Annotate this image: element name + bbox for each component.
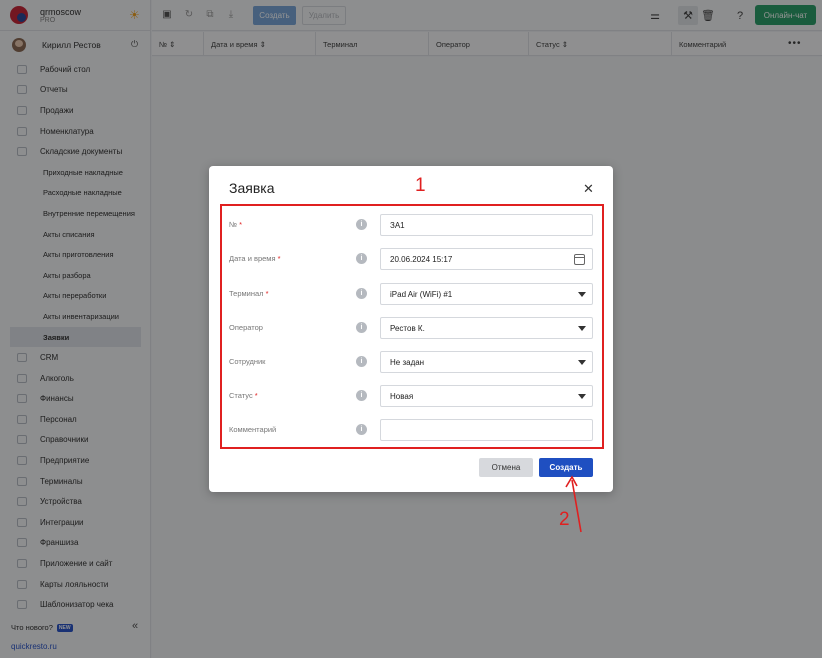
modal-title: Заявка (229, 180, 275, 196)
form-label: Сотрудник (229, 357, 266, 366)
form-row: Терминал * i iPad Air (WiFi) #1 (229, 283, 594, 305)
field-value: ЗА1 (390, 220, 405, 230)
form-row: Комментарий i (229, 419, 594, 441)
info-icon[interactable]: i (356, 390, 367, 401)
required-marker: * (237, 220, 243, 229)
field-value: 20.06.2024 15:17 (390, 254, 453, 264)
form-row: № * i ЗА1 (229, 214, 594, 236)
form-row: Дата и время * i 20.06.2024 15:17 (229, 248, 594, 270)
calendar-icon[interactable] (574, 254, 585, 265)
form-row: Оператор i Рестов К. (229, 317, 594, 339)
field-value: Рестов К. (390, 323, 425, 333)
required-marker: * (263, 289, 269, 298)
form-label: Терминал * (229, 289, 269, 298)
form-label: № * (229, 220, 243, 229)
chevron-down-icon (578, 292, 586, 297)
select-field[interactable]: Новая (380, 385, 593, 407)
select-field[interactable]: Не задан (380, 351, 593, 373)
text-field[interactable]: ЗА1 (380, 214, 593, 236)
cancel-button[interactable]: Отмена (479, 458, 533, 477)
text-field[interactable] (380, 419, 593, 441)
info-icon[interactable]: i (356, 322, 367, 333)
info-icon[interactable]: i (356, 424, 367, 435)
field-value: Новая (390, 391, 414, 401)
chevron-down-icon (578, 394, 586, 399)
form-label: Оператор (229, 323, 263, 332)
info-icon[interactable]: i (356, 288, 367, 299)
annotation-number-1: 1 (415, 175, 426, 196)
select-field[interactable]: iPad Air (WiFi) #1 (380, 283, 593, 305)
info-icon[interactable]: i (356, 219, 367, 230)
form-label: Дата и время * (229, 254, 281, 263)
request-modal: Заявка ✕ 1 № * i ЗА1 Дата и время * i 20.06.2… (209, 166, 613, 492)
form-row: Сотрудник i Не задан (229, 351, 594, 373)
info-icon[interactable]: i (356, 356, 367, 367)
form-label: Комментарий (229, 425, 277, 434)
info-icon[interactable]: i (356, 253, 367, 264)
datetime-field[interactable]: 20.06.2024 15:17 (380, 248, 593, 270)
form-label: Статус * (229, 391, 258, 400)
chevron-down-icon (578, 360, 586, 365)
annotation-arrow-icon (565, 475, 582, 533)
field-value: iPad Air (WiFi) #1 (390, 289, 453, 299)
select-field[interactable]: Рестов К. (380, 317, 593, 339)
chevron-down-icon (578, 326, 586, 331)
form-row: Статус * i Новая (229, 385, 594, 407)
required-marker: * (275, 254, 281, 263)
field-value: Не задан (390, 357, 425, 367)
required-marker: * (252, 391, 258, 400)
close-icon[interactable]: ✕ (583, 181, 594, 197)
